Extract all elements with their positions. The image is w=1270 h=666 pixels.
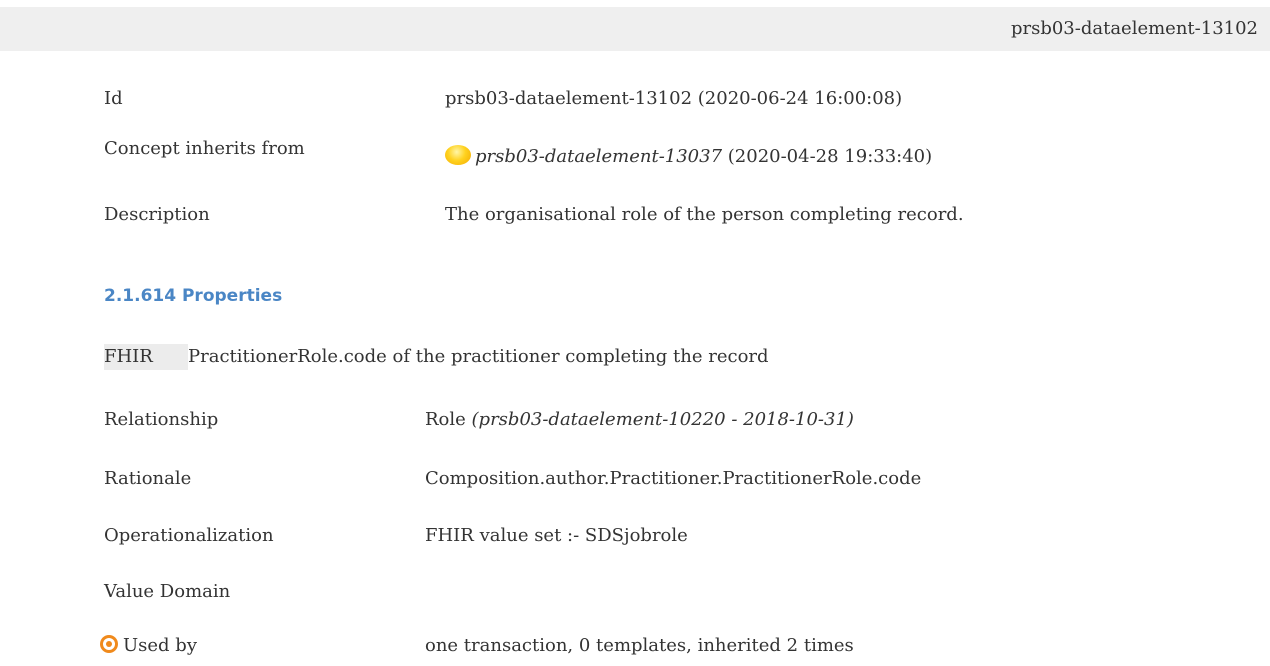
concept-date: (2020-04-28 19:33:40) [722, 146, 933, 167]
description-row: Description The organisational role of t… [104, 202, 1204, 228]
used-by-label-wrap: Used by [100, 633, 197, 659]
id-label: Id [104, 88, 123, 109]
target-icon [100, 635, 118, 653]
operationalization-row: Operationalization FHIR value set :- SDS… [104, 523, 1204, 549]
operationalization-value: FHIR value set :- SDSjobrole [425, 525, 688, 546]
page: prsb03-dataelement-13102 Id prsb03-datae… [0, 0, 1270, 666]
used-by-label: Used by [123, 635, 197, 656]
relationship-label: Relationship [104, 409, 219, 430]
relationship-ref[interactable]: (prsb03-dataelement-10220 - 2018-10-31) [472, 409, 854, 430]
concept-row: Concept inherits from prsb03-dataelement… [104, 138, 1204, 170]
used-by-value: one transaction, 0 templates, inherited … [425, 635, 854, 656]
header-bar: prsb03-dataelement-13102 [0, 7, 1270, 51]
value-domain-label: Value Domain [104, 581, 231, 602]
fhir-text: PractitionerRole.code of the practitione… [188, 346, 769, 367]
operationalization-label: Operationalization [104, 525, 274, 546]
used-by-row: Used by one transaction, 0 templates, in… [100, 633, 1204, 659]
fhir-badge-label: FHIR [104, 346, 153, 367]
relationship-row: Relationship Role (prsb03-dataelement-10… [104, 407, 1204, 433]
value-domain-row: Value Domain [104, 579, 1204, 605]
id-value: prsb03-dataelement-13102 (2020-06-24 16:… [445, 88, 903, 109]
sun-icon [445, 145, 471, 165]
header-element-id: prsb03-dataelement-13102 [1010, 18, 1258, 39]
rationale-label: Rationale [104, 468, 192, 489]
rationale-row: Rationale Composition.author.Practitione… [104, 466, 1204, 492]
id-row: Id prsb03-dataelement-13102 (2020-06-24 … [104, 86, 1204, 112]
relationship-value: Role (prsb03-dataelement-10220 - 2018-10… [425, 407, 854, 433]
concept-label: Concept inherits from [104, 138, 305, 159]
rationale-value: Composition.author.Practitioner.Practiti… [425, 468, 922, 489]
fhir-row: FHIR PractitionerRole.code of the practit… [104, 344, 769, 370]
relationship-name: Role [425, 409, 472, 430]
properties-heading: 2.1.614 Properties [104, 286, 283, 306]
concept-value: prsb03-dataelement-13037 (2020-04-28 19:… [445, 144, 932, 170]
description-label: Description [104, 204, 210, 225]
concept-link[interactable]: prsb03-dataelement-13037 [475, 146, 722, 167]
description-value: The organisational role of the person co… [445, 204, 964, 225]
fhir-badge: FHIR [104, 344, 188, 370]
